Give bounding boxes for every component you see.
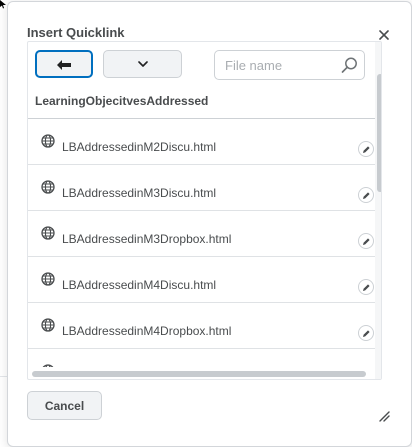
close-icon[interactable] <box>377 28 391 42</box>
file-list-item[interactable]: LBAddressedinM3Discu.html <box>28 165 375 211</box>
file-name-search-input[interactable] <box>225 56 333 74</box>
file-browser-panel: LearningObjecitvesAddressed LBAddressedi… <box>27 41 382 380</box>
insert-quicklink-dialog: Insert Quicklink LearningObjecitvesAddre… <box>7 1 412 447</box>
pencil-icon <box>363 284 370 291</box>
chevron-down-icon <box>138 61 148 67</box>
pencil-icon <box>363 192 370 199</box>
file-name[interactable]: LBAddressedinM4Dropbox.html <box>62 324 231 338</box>
file-list-item[interactable] <box>28 349 375 367</box>
file-search-box <box>214 50 365 80</box>
edit-file-button[interactable] <box>358 279 374 295</box>
file-list-item[interactable]: LBAddressedinM4Discu.html <box>28 257 375 303</box>
back-button[interactable] <box>35 50 93 78</box>
arrow-left-icon <box>57 60 71 70</box>
file-list-item[interactable]: LBAddressedinM3Dropbox.html <box>28 211 375 257</box>
globe-icon <box>42 364 54 367</box>
edit-file-button[interactable] <box>358 187 374 203</box>
globe-icon <box>41 180 55 194</box>
search-icon[interactable] <box>341 57 358 74</box>
edit-file-button[interactable] <box>358 233 374 249</box>
vertical-scrollbar-thumb[interactable] <box>377 74 381 192</box>
folder-dropdown-button[interactable] <box>103 50 182 78</box>
mouse-cursor-icon <box>0 0 6 9</box>
file-name[interactable]: LBAddressedinM2Discu.html <box>62 140 216 154</box>
edit-file-button[interactable] <box>358 141 374 157</box>
pencil-icon <box>363 330 370 337</box>
globe-icon <box>41 272 55 286</box>
resize-handle-icon[interactable] <box>378 410 390 422</box>
file-list-item[interactable]: LBAddressedinM2Discu.html <box>28 119 375 165</box>
pencil-icon <box>363 146 370 153</box>
horizontal-scrollbar-thumb[interactable] <box>32 371 366 377</box>
globe-icon <box>41 226 55 240</box>
cancel-button[interactable]: Cancel <box>27 391 102 420</box>
pencil-icon <box>363 238 370 245</box>
edit-file-button[interactable] <box>358 325 374 341</box>
file-list-item[interactable]: LBAddressedinM4Dropbox.html <box>28 303 375 349</box>
file-name[interactable]: LBAddressedinM4Discu.html <box>62 278 216 292</box>
file-name[interactable]: LBAddressedinM3Dropbox.html <box>62 232 231 246</box>
globe-icon <box>41 318 55 332</box>
file-name[interactable]: LBAddressedinM3Discu.html <box>62 186 216 200</box>
globe-icon <box>41 134 55 148</box>
dialog-title: Insert Quicklink <box>27 25 125 40</box>
current-folder-name: LearningObjecitvesAddressed <box>35 94 209 108</box>
file-list: LBAddressedinM2Discu.html LBAddressedinM… <box>28 119 375 367</box>
